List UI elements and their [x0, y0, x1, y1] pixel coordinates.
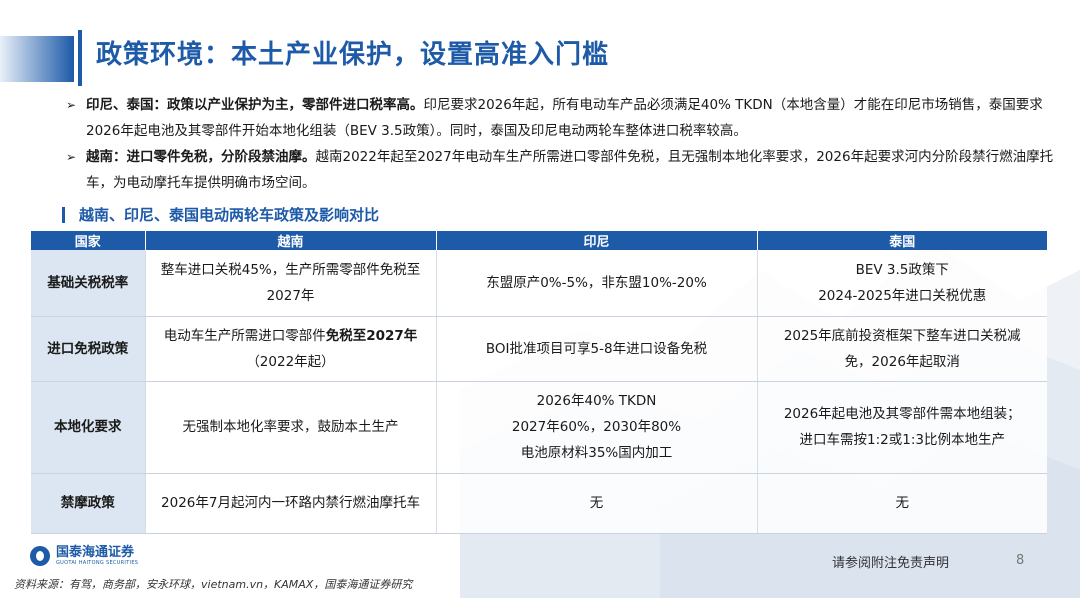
page-title: 政策环境：本土产业保护，设置高准入门槛 [96, 40, 610, 70]
cell-indonesia: 2026年40% TKDN 2027年60%，2030年80% 电池原材料35%国内… [435, 381, 757, 474]
cell-vietnam: 电动车生产所需进口零部件免税至2027年 （2022年起） [144, 316, 436, 382]
cell-thailand: 无 [756, 473, 1047, 534]
row-label: 基础关税税率 [31, 250, 145, 317]
cell-line: 2026年7月起河内一环路内禁行燃油摩托车 [161, 495, 420, 511]
cell-vietnam: 2026年7月起河内一环路内禁行燃油摩托车 [144, 473, 436, 534]
arrow-bullet-icon: ➢ [66, 150, 77, 164]
section-bar-icon [62, 206, 65, 223]
cell-line: 2026年40% TKDN [536, 393, 657, 409]
cell-line: BOI批准项目可享5-8年进口设备免税 [485, 340, 708, 357]
cell-vietnam: 整车进口关税45%，生产所需零部件免税至2027年 [144, 250, 436, 317]
header-thailand: 泰国 [756, 231, 1047, 250]
bullet-item: ➢ 越南：进口零件免税，分阶段禁油摩。越南2022年起至2027年电动车生产所需… [66, 144, 1056, 196]
cell-text-bold: 免税至2027年 [325, 327, 418, 344]
table-row: 本地化要求 无强制本地化率要求，鼓励本土生产 2026年40% TKDN 2027… [31, 381, 1047, 474]
header-vietnam: 越南 [144, 231, 436, 250]
cell-line: BEV 3.5政策下 [855, 261, 949, 278]
cell-indonesia: 无 [435, 473, 757, 534]
table-row: 进口免税政策 电动车生产所需进口零部件免税至2027年 （2022年起） BOI批… [31, 316, 1047, 382]
cell-line: 无 [589, 495, 604, 511]
row-label: 禁摩政策 [31, 473, 145, 534]
cell-line: 2027年60%，2030年80% [511, 419, 682, 435]
bullet-item: ➢ 印尼、泰国：政策以产业保护为主，零部件进口税率高。印尼要求2026年起，所有… [66, 92, 1056, 144]
cell-text: （2022年起） [246, 353, 335, 370]
logo-icon [30, 546, 50, 566]
cell-line: 无强制本地化率要求，鼓励本土生产 [182, 419, 399, 435]
cell-line: 进口车需按1:2或1:3比例本地生产 [799, 432, 1005, 448]
row-label: 进口免税政策 [31, 316, 145, 382]
cell-indonesia: 东盟原产0%-5%，非东盟10%-20% [435, 250, 757, 317]
cell-line: 2024-2025年进口关税优惠 [818, 287, 987, 304]
title-accent-block [0, 36, 74, 82]
cell-text: 电动车生产所需进口零部件 [163, 327, 326, 344]
header-indonesia: 印尼 [435, 231, 757, 250]
cell-line: 整车进口关税45%，生产所需零部件免税至2027年 [160, 261, 421, 304]
logo-chinese-name: 国泰海通证券 [56, 545, 135, 560]
table-row: 禁摩政策 2026年7月起河内一环路内禁行燃油摩托车 无 无 [31, 473, 1047, 534]
row-label: 本地化要求 [31, 381, 145, 474]
title-bar: 政策环境：本土产业保护，设置高准入门槛 [0, 0, 1080, 86]
table-row: 基础关税税率 整车进口关税45%，生产所需零部件免税至2027年 东盟原产0%-… [31, 250, 1047, 317]
disclaimer-note: 请参阅附注免责声明 [832, 556, 950, 571]
bullet-list: ➢ 印尼、泰国：政策以产业保护为主，零部件进口税率高。印尼要求2026年起，所有… [66, 92, 1056, 196]
cell-vietnam: 无强制本地化率要求，鼓励本土生产 [144, 381, 436, 474]
arrow-bullet-icon: ➢ [66, 98, 77, 112]
company-logo: 国泰海通证券 GUOTAI HAITONG SECURITIES [30, 546, 138, 566]
title-divider [78, 30, 82, 86]
table-header-row: 国家 越南 印尼 泰国 [31, 231, 1047, 250]
cell-line: 2025年底前投资框架下整车进口关税减免，2026年起取消 [783, 327, 1021, 370]
page-number: 8 [1016, 553, 1025, 568]
cell-thailand: 2026年起电池及其零部件需本地组装； 进口车需按1:2或1:3比例本地生产 [756, 381, 1047, 474]
cell-line: 东盟原产0%-5%，非东盟10%-20% [486, 274, 707, 291]
bullet-lead: 越南：进口零件免税，分阶段禁油摩。 [86, 149, 316, 165]
bullet-lead: 印尼、泰国：政策以产业保护为主，零部件进口税率高。 [86, 97, 424, 113]
cell-line: 电池原材料35%国内加工 [520, 445, 673, 461]
policy-comparison-table: 国家 越南 印尼 泰国 基础关税税率 整车进口关税45%，生产所需零部件免税至2… [31, 231, 1047, 534]
section-heading: 越南、印尼、泰国电动两轮车政策及影响对比 [62, 204, 379, 225]
section-title: 越南、印尼、泰国电动两轮车政策及影响对比 [79, 206, 380, 224]
header-country: 国家 [31, 231, 145, 250]
logo-english-name: GUOTAI HAITONG SECURITIES [56, 560, 139, 566]
cell-thailand: BEV 3.5政策下 2024-2025年进口关税优惠 [756, 250, 1047, 317]
cell-thailand: 2025年底前投资框架下整车进口关税减免，2026年起取消 [756, 316, 1047, 382]
cell-line: 无 [895, 495, 910, 511]
logo-text: 国泰海通证券 GUOTAI HAITONG SECURITIES [56, 545, 139, 567]
source-note: 资料来源：有驾，商务部，安永环球，vietnam.vn，KAMAX，国泰海通证券… [14, 578, 413, 591]
cell-line: 2026年起电池及其零部件需本地组装； [783, 406, 1021, 422]
cell-indonesia: BOI批准项目可享5-8年进口设备免税 [435, 316, 757, 382]
